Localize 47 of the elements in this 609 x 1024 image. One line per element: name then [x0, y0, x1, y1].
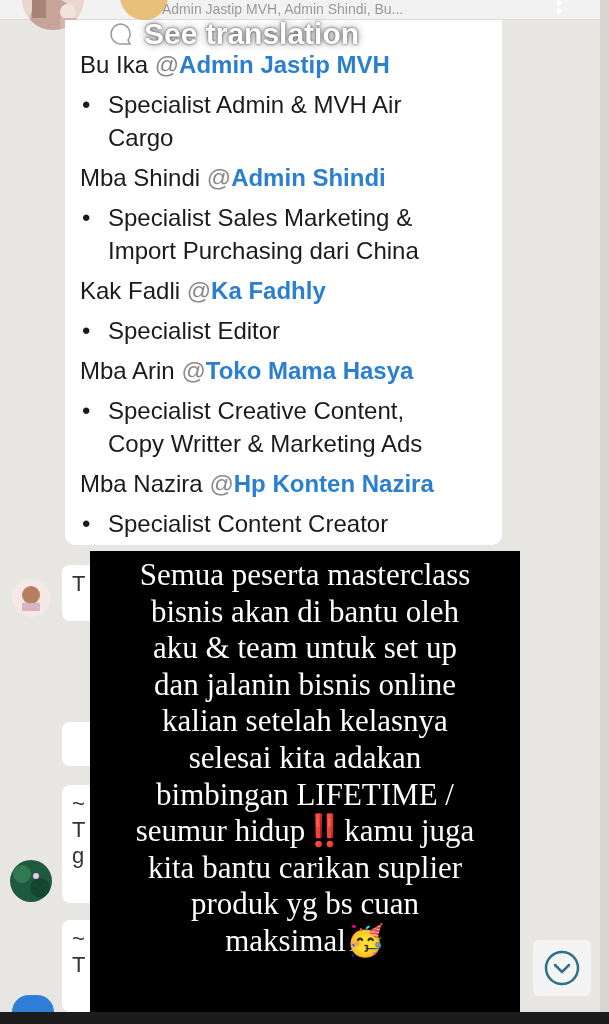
caption-text: aku & team untuk set up: [153, 630, 457, 667]
mention-link[interactable]: Ka Fadhly: [211, 274, 326, 307]
message-text: T: [72, 571, 86, 597]
sender-name: Mba Arin: [80, 356, 176, 386]
at-sign: @: [181, 356, 206, 386]
sender-name: Mba Shindi: [80, 163, 202, 193]
role-text: Specialist Sales Marketing & Import Purchasing dari China: [108, 203, 420, 266]
role-text: Specialist Admin & MVH Air Cargo: [108, 90, 403, 153]
chat-title: Admin Jastip MVH, Admin Shindi, Bu...: [162, 1, 404, 18]
caption-text: produk yg bs cuan: [190, 886, 420, 923]
message-text: ~: [72, 791, 85, 817]
at-sign: @: [186, 276, 212, 306]
sender-name: Mba Nazira: [80, 469, 204, 499]
sender-name: Kak Fadli: [80, 276, 182, 306]
role-text: Specialist Content Creator: [108, 509, 390, 539]
see-translation-link[interactable]: See translation: [144, 17, 360, 51]
message-text: ~: [72, 926, 85, 952]
bullet: •: [81, 316, 92, 346]
role-text: Specialist Creative Content, Copy Writter & Marketing Ads: [108, 396, 424, 459]
bullet: •: [81, 509, 92, 539]
mention-link[interactable]: Toko Mama Hasya: [205, 354, 414, 387]
caption-text: Semua peserta masterclass: [139, 557, 471, 594]
mention-link[interactable]: Hp Konten Nazira: [233, 467, 434, 500]
at-sign: @: [209, 469, 234, 499]
caption-text: bisnis akan di bantu oleh: [150, 593, 460, 631]
caption-text: dan jalanin bisnis online: [153, 666, 457, 704]
mention-link[interactable]: Admin Shindi: [231, 161, 386, 194]
caption-text: seumur hidup‼kamu juga: [135, 813, 475, 850]
message-text: T: [72, 817, 86, 843]
scroll-down-button[interactable]: [533, 940, 591, 996]
caption-text: bimbingan LIFETIME /: [156, 776, 454, 813]
message-text: g: [72, 843, 85, 869]
message-text: T: [72, 952, 86, 978]
avatar[interactable]: [12, 995, 54, 1012]
sender-name: Bu Ika: [80, 50, 150, 80]
chevron-down-icon: [544, 950, 580, 986]
caption-text: kita bantu carikan suplier: [147, 849, 463, 887]
at-sign: @: [154, 50, 180, 80]
bullet: •: [81, 90, 92, 120]
bullet: •: [81, 396, 92, 426]
at-sign: @: [206, 163, 232, 193]
caption-text: maksimal🥳: [225, 922, 385, 960]
caption-text: kalian setelah kelasnya: [162, 703, 448, 740]
role-text: Specialist Editor: [108, 316, 282, 346]
caption-text: selesai kita adakan: [188, 739, 422, 777]
bullet: •: [81, 203, 92, 233]
mention-link[interactable]: Admin Jastip MVH: [179, 48, 390, 81]
